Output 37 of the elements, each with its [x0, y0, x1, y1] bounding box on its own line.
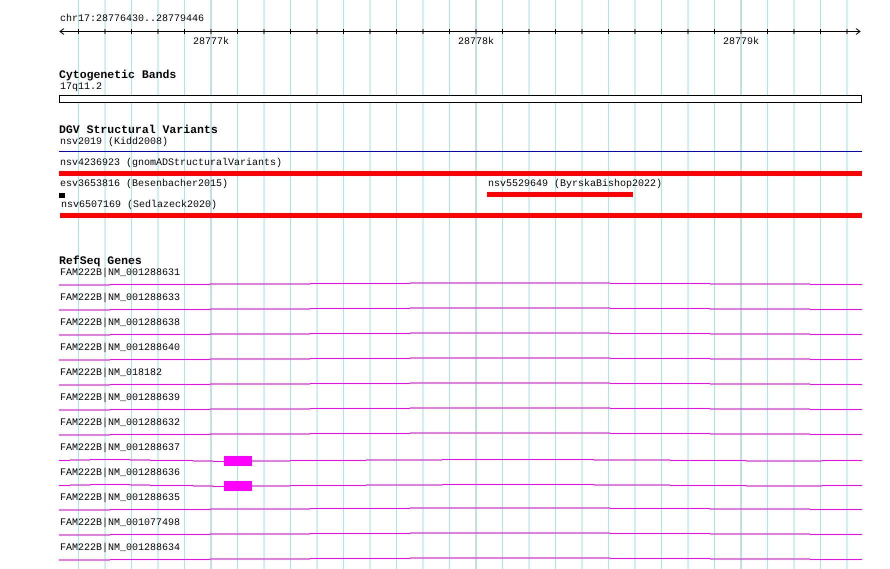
- tick-label: 28777k: [193, 37, 229, 48]
- band-label: 17q11.2: [59, 82, 102, 94]
- transcript-glyph[interactable]: [59, 332, 862, 336]
- transcript-glyph[interactable]: [59, 282, 862, 286]
- transcript-label[interactable]: FAM222B|NM_001077498: [59, 518, 180, 530]
- transcript-label[interactable]: FAM222B|NM_001288633: [59, 293, 180, 305]
- transcript-glyph[interactable]: [59, 532, 862, 536]
- transcript-label[interactable]: FAM222B|NM_001288631: [59, 268, 180, 280]
- transcript-glyph[interactable]: [59, 508, 862, 510]
- variant-label[interactable]: nsv2019 (Kidd2008): [59, 137, 168, 149]
- transcript-glyph[interactable]: [59, 308, 862, 310]
- track-title: Cytogenetic Bands: [59, 69, 178, 82]
- transcript-label[interactable]: FAM222B|NM_001288634: [59, 543, 180, 555]
- transcript-label[interactable]: FAM222B|NM_001288639: [59, 393, 180, 405]
- transcript-label[interactable]: FAM222B|NM_001288636: [59, 468, 180, 480]
- transcript-glyph[interactable]: [59, 408, 862, 410]
- track-title: RefSeq Genes: [59, 256, 142, 268]
- tick-label: 28779k: [723, 37, 759, 48]
- transcript-glyph[interactable]: [59, 456, 862, 466]
- variant-label[interactable]: esv3653816 (Besenbacher2015): [59, 179, 228, 191]
- transcript-glyph[interactable]: [59, 382, 862, 386]
- variant-label[interactable]: nsv6507169 (Sedlazeck2020): [60, 200, 218, 212]
- transcript-label[interactable]: FAM222B|NM_001288632: [59, 418, 180, 430]
- transcript-glyph[interactable]: [59, 358, 862, 360]
- variant-label[interactable]: nsv5529649 (ByrskaBishop2022): [487, 179, 662, 191]
- transcript-label[interactable]: FAM222B|NM_001288640: [59, 343, 180, 355]
- tick-label: 28778k: [458, 37, 494, 48]
- transcript-label[interactable]: FAM222B|NM_001288638: [59, 318, 180, 330]
- transcript-glyph[interactable]: [59, 558, 862, 560]
- transcript-glyph[interactable]: [59, 481, 862, 491]
- location-text: chr17:28776430..28779446: [59, 14, 206, 26]
- transcript-glyph[interactable]: [59, 432, 862, 436]
- transcript-label[interactable]: FAM222B|NM_018182: [59, 368, 162, 380]
- track-title: DGV Structural Variants: [59, 124, 219, 137]
- transcript-label[interactable]: FAM222B|NM_001288635: [59, 493, 180, 505]
- variant-label[interactable]: nsv4236923 (gnomADStructuralVariants): [59, 158, 282, 170]
- transcript-label[interactable]: FAM222B|NM_001288637: [59, 443, 180, 455]
